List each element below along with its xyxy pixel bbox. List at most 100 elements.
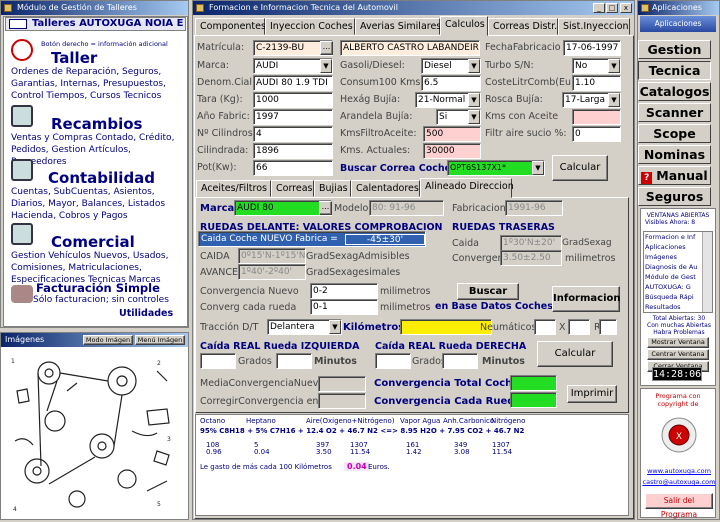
avance-field[interactable]: 1º40'-2º40': [238, 264, 306, 280]
tab-5[interactable]: Sist.Inyeccion: [558, 18, 630, 35]
kmsfil-field[interactable]: 500: [423, 126, 481, 142]
neum-2-field[interactable]: [568, 319, 590, 335]
kmsact-field[interactable]: 30000: [423, 143, 481, 159]
tab-3[interactable]: Calculos: [440, 16, 488, 36]
filtr-field[interactable]: 0: [572, 126, 621, 142]
neum-3-field[interactable]: [599, 319, 617, 335]
conv-nuevo-field[interactable]: 0-2: [310, 283, 378, 299]
section-title-3[interactable]: Comercial: [51, 233, 135, 251]
fechafab-field[interactable]: 17-06-1997: [563, 40, 621, 56]
correa-field[interactable]: OPT6S137X1*: [447, 160, 545, 176]
calcular-button[interactable]: Calcular: [537, 341, 613, 367]
der-title: Caída REAL Rueda DERECHA: [375, 341, 527, 352]
nav-scanner-button[interactable]: Scanner: [638, 103, 711, 122]
subtab-2[interactable]: Bujias: [314, 180, 351, 197]
marca-field-dropdown-icon[interactable]: ▼: [320, 59, 332, 73]
nav-catalogos-button[interactable]: Catalogos: [638, 82, 711, 101]
nav-nominas-button[interactable]: Nominas: [638, 145, 711, 164]
tcaida-field[interactable]: 1º30'N±20': [500, 235, 562, 251]
minimize-button[interactable]: _: [593, 3, 605, 13]
matricula-label: Matrícula:: [197, 42, 245, 53]
rosca-select-dropdown-icon[interactable]: ▼: [608, 93, 620, 107]
section-title-1[interactable]: Recambios: [51, 115, 142, 133]
buscar-button[interactable]: Buscar: [457, 283, 519, 300]
tab-4[interactable]: Correas Distr.: [488, 18, 558, 35]
tara-field[interactable]: 1000: [253, 92, 333, 108]
subtab-1[interactable]: Correas: [271, 180, 314, 197]
cada-field[interactable]: [510, 392, 557, 408]
copyright-panel: Programa con copyright de X www.autoxuga…: [640, 388, 717, 519]
owner-field[interactable]: ALBERTO CASTRO LABANDEIR: [340, 40, 480, 56]
left-title-bar[interactable]: Módulo de Gestión de Talleres: [1, 1, 188, 15]
arand-select-dropdown-icon[interactable]: ▼: [468, 110, 480, 124]
der-min-field[interactable]: [442, 353, 478, 369]
section-title-0[interactable]: Taller: [51, 49, 97, 67]
book-icon: [11, 223, 33, 245]
close-button[interactable]: x: [620, 3, 632, 13]
tab-2[interactable]: Averias Similares: [355, 18, 441, 35]
align-marca-field[interactable]: AUDI 80: [234, 200, 332, 216]
conv-unit: milimetros: [380, 286, 431, 297]
nav-gestion-button[interactable]: Gestion: [638, 40, 711, 59]
media-field[interactable]: [318, 376, 366, 392]
hexag-select-dropdown-icon[interactable]: ▼: [468, 93, 480, 107]
kmsact-label: Kms. Actuales:: [340, 145, 411, 156]
subtab-0[interactable]: Aceites/Filtros: [196, 180, 271, 197]
exit-button[interactable]: Salir del Programa: [645, 493, 713, 519]
nav-seguros-button[interactable]: Seguros: [638, 187, 711, 206]
list-scrollbar[interactable]: [702, 232, 712, 312]
website-link[interactable]: www.autoxuga.com: [641, 467, 717, 475]
main-title-bar[interactable]: Formacion e Informacion Tecnica del Auto…: [193, 1, 634, 15]
conv-cada-field[interactable]: 0-1: [310, 299, 378, 315]
pot-field[interactable]: 66: [253, 160, 333, 176]
anio-field[interactable]: 1997: [253, 109, 333, 125]
section-title-2[interactable]: Contabilidad: [48, 169, 155, 187]
utilidades-link[interactable]: Utilidades: [119, 308, 173, 319]
nav-manual-button[interactable]: ? Manual: [638, 166, 711, 185]
coste-field[interactable]: 1.10: [572, 75, 621, 91]
align-marca-lookup-button[interactable]: ...: [319, 201, 332, 215]
gasoil-select-dropdown-icon[interactable]: ▼: [468, 59, 480, 73]
traccion-select-dropdown-icon[interactable]: ▼: [329, 320, 341, 334]
fuel-header-4: Anh.Carbonico: [443, 417, 495, 425]
subtab-4[interactable]: Alineado Direccion: [420, 178, 514, 198]
calcular-button-top[interactable]: Calcular: [552, 155, 608, 181]
km-field[interactable]: [400, 319, 492, 335]
nav-scope-button[interactable]: Scope: [638, 124, 711, 143]
informacion-button[interactable]: Informacion: [552, 286, 621, 312]
der-grados-field[interactable]: [375, 353, 411, 369]
matricula-lookup-button[interactable]: ...: [320, 41, 333, 55]
tab-0[interactable]: Componentes: [195, 18, 266, 35]
nav-tecnica-button[interactable]: Tecnica: [638, 61, 711, 80]
subtab-3[interactable]: Calentadores: [351, 180, 420, 197]
denom-field[interactable]: AUDI 80 1.9 TDI: [253, 75, 333, 91]
modelo-field[interactable]: 80: 91-96: [369, 200, 444, 216]
menu-image-button[interactable]: Menú Imágen: [135, 335, 185, 345]
fab-field[interactable]: 1991-96: [505, 200, 563, 216]
caida-field[interactable]: 0º15'N-1º15'N: [238, 248, 306, 264]
center-window-button[interactable]: Centrar Ventana: [647, 349, 709, 360]
fact-title[interactable]: Facturación Simple: [36, 281, 160, 295]
correa-field-dropdown-icon[interactable]: ▼: [532, 161, 544, 175]
bd-label: en Base Datos Coches: [435, 301, 553, 312]
maximize-button[interactable]: □: [606, 3, 618, 13]
cilin-field[interactable]: 1896: [253, 143, 333, 159]
tconv-label: Converger: [452, 253, 502, 264]
cil-field[interactable]: 4: [253, 126, 333, 142]
tab-1[interactable]: Inyeccion Coches: [265, 18, 355, 35]
izq-grados-field[interactable]: [200, 353, 236, 369]
total-field[interactable]: [510, 375, 557, 391]
mode-image-button[interactable]: Modo Imágen: [83, 335, 133, 345]
corregir-field[interactable]: [318, 393, 366, 409]
nav-label: Catalogos: [639, 84, 710, 99]
tconv-field[interactable]: 3.50±2.50: [500, 250, 562, 266]
kmsac-field[interactable]: [572, 109, 621, 125]
email-link[interactable]: castro@autoxuga.com: [641, 478, 717, 486]
right-title-bar[interactable]: Aplicaciones: [638, 1, 719, 15]
consum-field[interactable]: 6.5: [421, 75, 481, 91]
turbo-select-dropdown-icon[interactable]: ▼: [608, 59, 620, 73]
imprimir-button[interactable]: Imprimir: [567, 385, 617, 403]
show-window-button[interactable]: Mostrar Ventana: [647, 337, 709, 348]
izq-min-field[interactable]: [276, 353, 312, 369]
neum-1-field[interactable]: [534, 319, 556, 335]
